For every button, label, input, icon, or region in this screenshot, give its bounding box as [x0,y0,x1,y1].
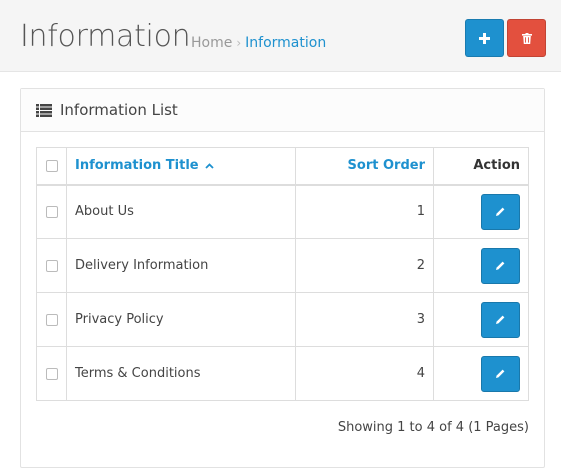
breadcrumb-current-link[interactable]: Information [245,35,326,51]
table-row: Terms & Conditions 4 [36,346,529,401]
information-list-panel: Information List Information Title Sort … [20,88,545,468]
row-checkbox[interactable] [45,313,58,326]
pencil-icon [496,261,505,270]
add-button[interactable] [465,19,504,57]
breadcrumb-separator: › [236,36,242,50]
pagination-summary: Showing 1 to 4 of 4 (1 Pages) [337,420,529,435]
select-all-cell [36,147,67,186]
row-title: About Us [66,184,296,239]
table-row: Privacy Policy 3 [36,292,529,347]
breadcrumb: Home › Information [191,34,326,52]
row-sort-order: 4 [295,346,434,401]
edit-button[interactable] [481,301,520,338]
list-icon [36,103,52,117]
caret-up-icon [205,162,214,169]
row-sort-order: 2 [295,238,434,293]
row-title: Privacy Policy [66,292,296,347]
pencil-icon [496,207,505,217]
column-header-action: Action [433,147,529,186]
plus-icon [479,32,490,44]
row-action-cell [433,346,529,401]
table-row: About Us 1 [36,184,529,239]
table-row: Delivery Information 2 [36,238,529,293]
sort-order-sort-link[interactable]: Sort Order [348,158,425,173]
action-header-label: Action [473,158,520,174]
row-title: Terms & Conditions [66,346,296,401]
row-select-cell [36,292,67,347]
edit-button[interactable] [481,193,520,230]
pencil-icon [496,369,505,378]
row-action-cell [433,238,529,293]
row-action-cell [433,292,529,347]
pencil-icon [496,315,505,324]
row-title: Delivery Information [66,238,296,293]
row-checkbox[interactable] [45,367,58,380]
title-sort-link[interactable]: Information Title [75,158,199,173]
row-select-cell [36,238,67,293]
row-checkbox[interactable] [45,205,58,218]
information-table: Information Title Sort Order Action Abou… [36,147,529,401]
row-select-cell [36,184,67,239]
trash-icon [521,32,532,44]
row-select-cell [36,346,67,401]
row-checkbox[interactable] [45,259,58,272]
row-sort-order: 1 [295,184,434,239]
breadcrumb-home-link[interactable]: Home [191,35,232,51]
page-header: Information Home › Information [0,0,561,72]
row-sort-order: 3 [295,292,434,347]
edit-button[interactable] [481,355,520,392]
column-header-title[interactable]: Information Title [66,147,296,186]
page-title: Information [20,19,191,54]
edit-button[interactable] [481,247,520,284]
delete-button[interactable] [507,19,546,57]
panel-heading: Information List [21,89,544,132]
panel-title: Information List [60,101,178,119]
select-all-checkbox[interactable] [45,159,58,172]
column-header-sort-order[interactable]: Sort Order [295,147,434,186]
table-header-row: Information Title Sort Order Action [36,147,529,186]
row-action-cell [433,184,529,239]
